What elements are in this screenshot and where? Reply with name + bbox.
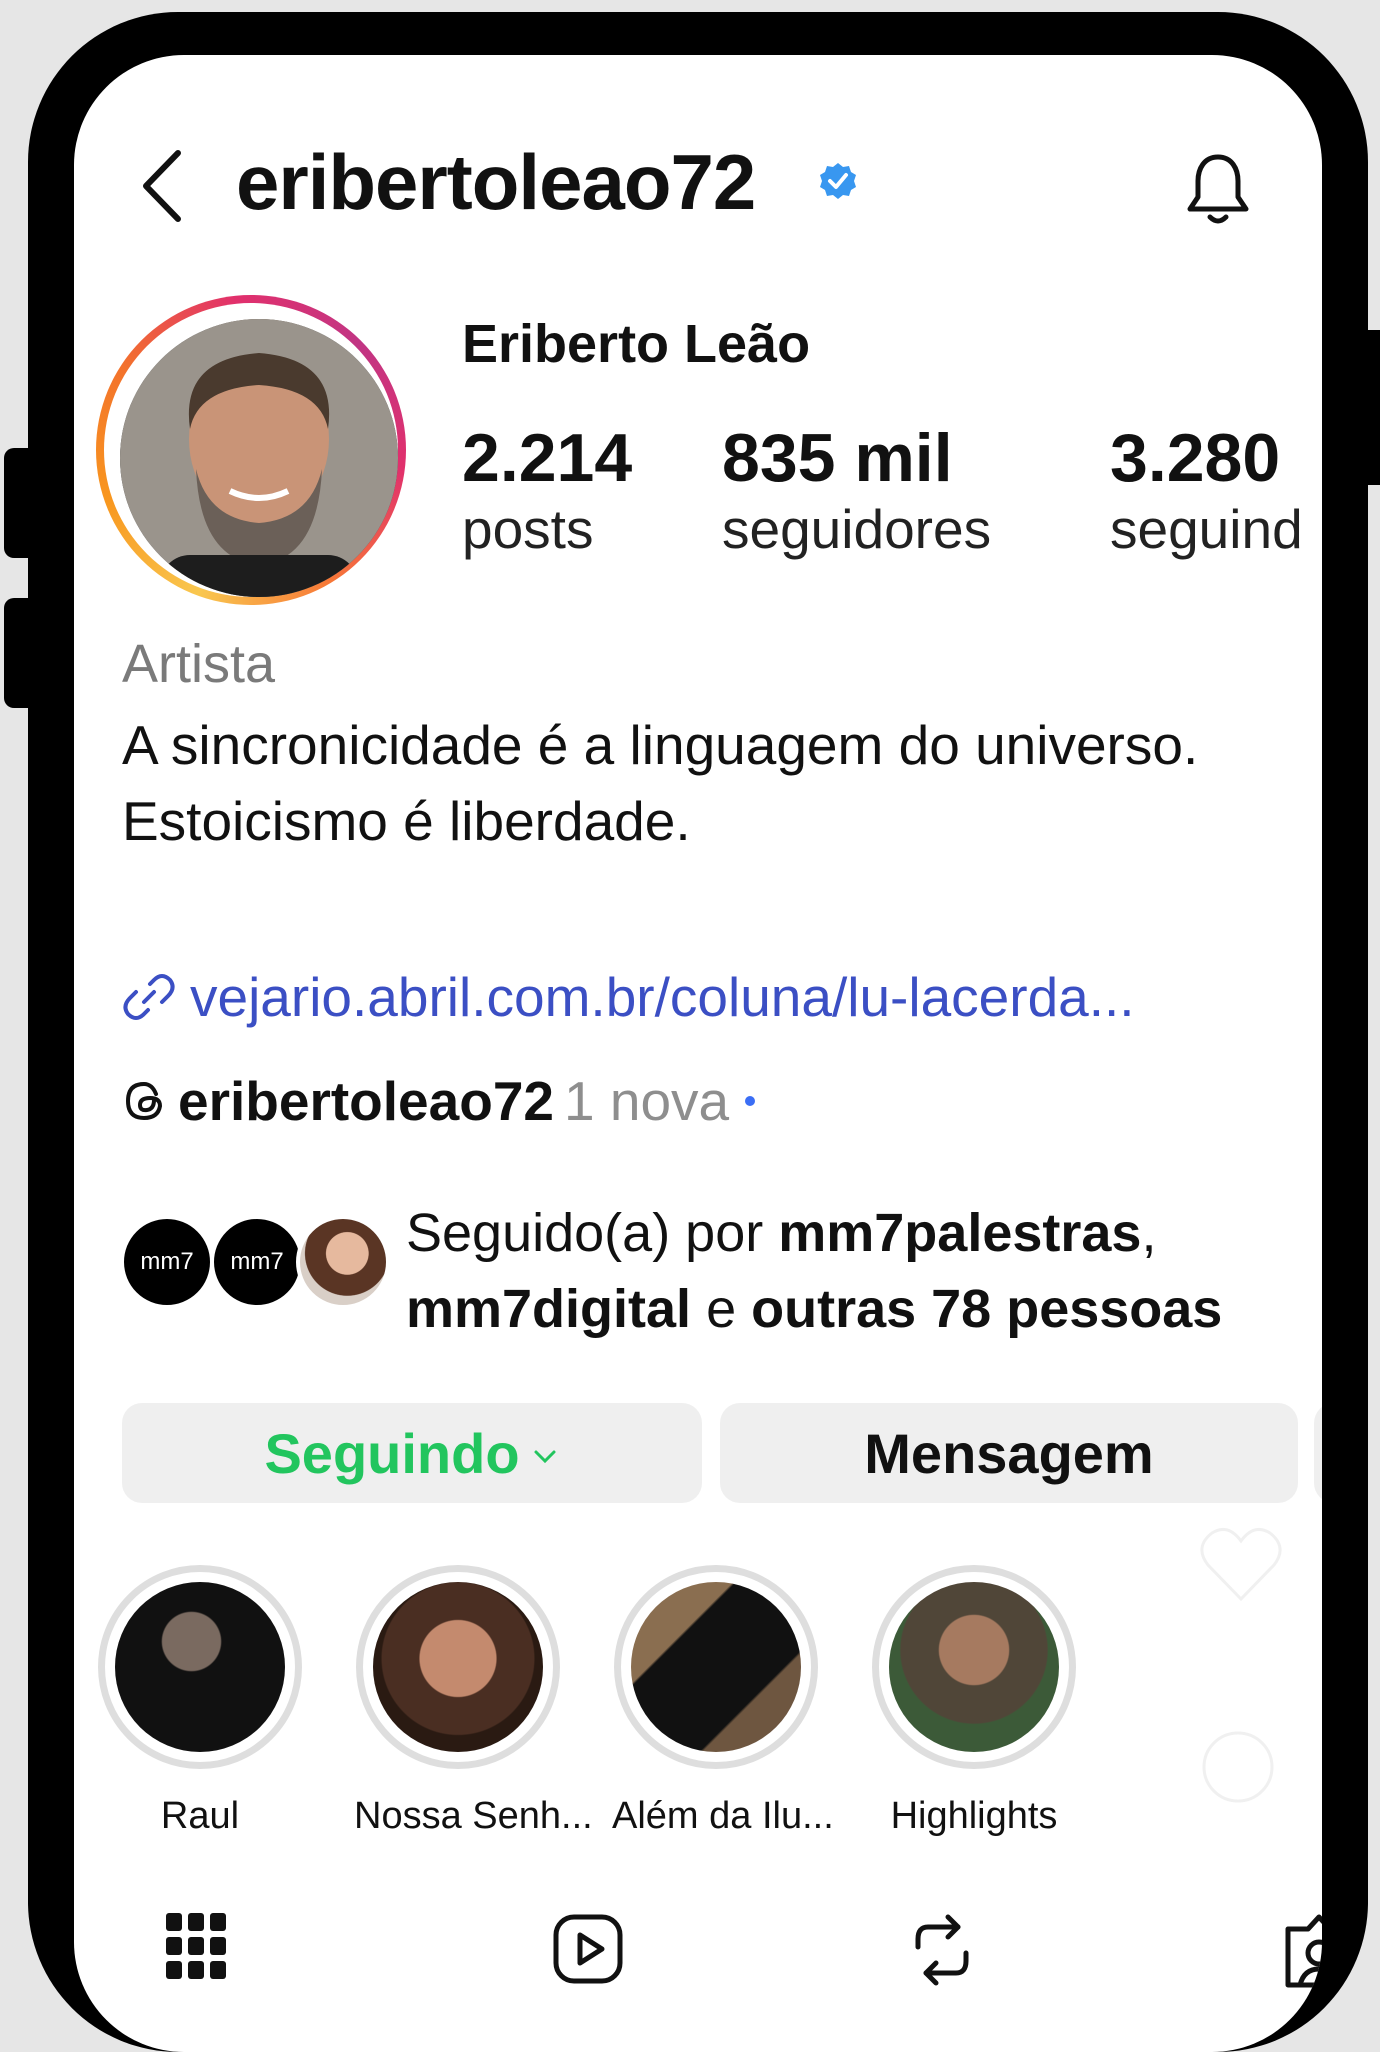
followed-conjunction: e <box>691 1279 752 1339</box>
followed-prefix: Seguido(a) por <box>406 1203 779 1263</box>
threads-badge[interactable]: eribertoleao72 1 nova <box>122 1069 756 1133</box>
message-button[interactable]: Mensagem <box>720 1403 1298 1503</box>
followed-user-2: mm7digital <box>406 1279 692 1339</box>
stat-following[interactable]: 3.280 seguind <box>1110 419 1303 561</box>
highlight-label: Além da Ilu... <box>612 1795 834 1837</box>
stat-posts[interactable]: 2.214 posts <box>462 419 632 561</box>
heart-icon <box>1200 1527 1282 1602</box>
following-label: seguind <box>1110 498 1303 560</box>
highlight-cover <box>373 1582 543 1752</box>
following-count: 3.280 <box>1110 420 1281 496</box>
followers-label: seguidores <box>722 498 992 560</box>
profile-category: Artista <box>122 634 276 694</box>
following-label: Seguindo <box>264 1421 520 1485</box>
link-text: vejario.abril.com.br/coluna/lu-lacerda..… <box>190 966 1135 1028</box>
bio-line-2: Estoicismo é liberdade. <box>122 790 691 852</box>
profile-bio: A sincronicidade é a linguagem do univer… <box>122 707 1198 859</box>
posts-label: posts <box>462 498 594 560</box>
highlight-alem-da-ilusao[interactable]: Além da Ilu... <box>612 1565 834 1838</box>
highlight-cover <box>889 1582 1059 1752</box>
comment-icon <box>1202 1731 1274 1803</box>
suggested-users-button[interactable] <box>1314 1403 1322 1503</box>
highlight-highlights[interactable]: Highlights <box>870 1565 1078 1838</box>
reposts-icon[interactable] <box>910 1913 974 1987</box>
avatar-face-icon <box>120 319 398 597</box>
followed-by-text[interactable]: Seguido(a) por mm7palestras, mm7digital … <box>406 1195 1222 1347</box>
highlight-label: Nossa Senh... <box>354 1795 593 1837</box>
followed-separator: , <box>1141 1203 1157 1263</box>
highlight-label: Raul <box>160 1795 240 1837</box>
verified-badge-icon <box>820 163 856 199</box>
highlight-nossa-senhora[interactable]: Nossa Senh... <box>354 1565 593 1838</box>
threads-handle: eribertoleao72 <box>178 1070 555 1132</box>
mutual-avatar-mm7palestras: mm7 <box>120 1215 214 1309</box>
tagged-icon[interactable] <box>1284 1913 1322 1989</box>
phone-frame: eribertoleao72 Eriberto Leão 2.214 posts… <box>28 12 1368 2052</box>
threads-new-count: 1 nova <box>564 1070 730 1132</box>
chevron-down-icon <box>534 1450 556 1464</box>
reels-icon[interactable] <box>552 1913 624 1985</box>
stat-followers[interactable]: 835 mil seguidores <box>722 419 991 561</box>
highlight-cover <box>115 1582 285 1752</box>
link-icon <box>123 974 175 1020</box>
avatar-story-ring[interactable] <box>96 295 406 605</box>
followed-user-1: mm7palestras <box>778 1203 1142 1263</box>
grid-icon[interactable] <box>166 1913 226 1983</box>
bio-line-1: A sincronicidade é a linguagem do univer… <box>122 714 1199 776</box>
followed-others: outras 78 pessoas <box>751 1279 1223 1339</box>
highlight-cover <box>631 1582 801 1752</box>
back-chevron-icon[interactable] <box>138 147 186 225</box>
mutual-avatar-user <box>296 1215 390 1309</box>
bell-icon[interactable] <box>1184 151 1252 227</box>
profile-username: eribertoleao72 <box>236 138 756 226</box>
following-button[interactable]: Seguindo <box>122 1403 702 1503</box>
threads-icon <box>125 1081 163 1121</box>
mutual-avatar-mm7digital: mm7 <box>210 1215 304 1309</box>
new-dot-icon <box>745 1096 756 1106</box>
posts-count: 2.214 <box>462 420 633 496</box>
profile-avatar <box>120 319 398 597</box>
highlight-raul[interactable]: Raul <box>96 1565 304 1838</box>
highlight-label: Highlights <box>890 1795 1058 1837</box>
profile-screen: eribertoleao72 Eriberto Leão 2.214 posts… <box>74 55 1322 2052</box>
profile-full-name: Eriberto Leão <box>462 314 811 374</box>
side-edge <box>1366 330 1380 485</box>
followers-count: 835 mil <box>722 420 953 496</box>
profile-link[interactable]: vejario.abril.com.br/coluna/lu-lacerda..… <box>122 965 1135 1029</box>
